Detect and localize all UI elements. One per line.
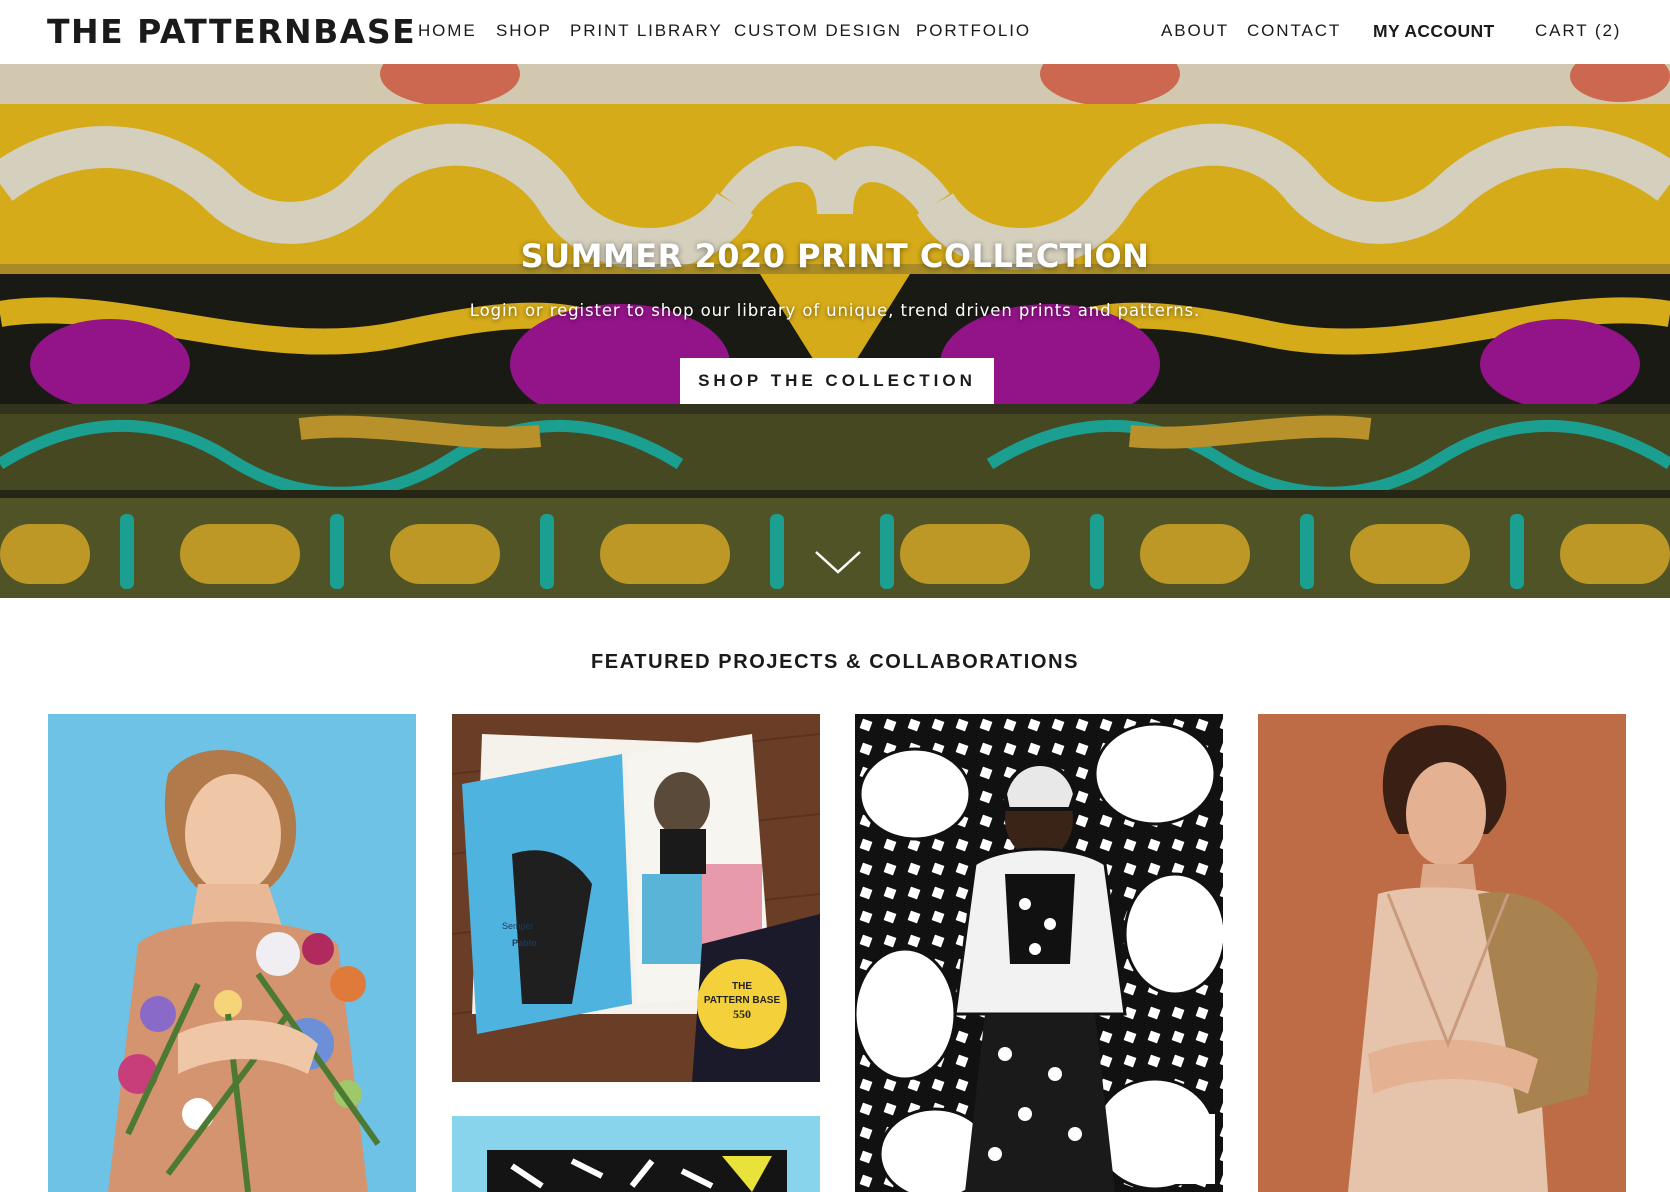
nav-shop[interactable]: SHOP (496, 20, 552, 42)
hero-subtitle: Login or register to shop our library of… (469, 301, 1201, 320)
book-caption-semper: Semper (502, 921, 534, 931)
nav-portfolio[interactable]: PORTFOLIO (916, 20, 1031, 42)
chevron-down-icon[interactable] (813, 548, 863, 576)
featured-tile-pattern-print[interactable] (452, 1116, 820, 1192)
nav-about[interactable]: ABOUT (1161, 20, 1229, 42)
nav-home[interactable]: HOME (418, 20, 477, 42)
featured-section-title: FEATURED PROJECTS & COLLABORATIONS (590, 651, 1080, 673)
hero-title: SUMMER 2020 PRINT COLLECTION (520, 237, 1150, 275)
book-badge-line1: THE (732, 981, 752, 992)
featured-tile-flowers[interactable] (48, 714, 416, 1192)
featured-tile-book[interactable]: THE PATTERN BASE 550 Semper Pablo (452, 714, 820, 1082)
book-spread-image: THE PATTERN BASE 550 Semper Pablo (452, 714, 820, 1082)
site-header: THE PATTERNBASE HOME SHOP PRINT LIBRARY … (0, 0, 1670, 64)
book-badge-line2: PATTERN BASE (704, 995, 781, 1006)
hero-banner: SUMMER 2020 PRINT COLLECTION Login or re… (0, 64, 1670, 598)
terracotta-portrait-image (1258, 714, 1626, 1192)
hero-fabric-image (0, 64, 1670, 598)
nav-contact[interactable]: CONTACT (1247, 20, 1341, 42)
nav-my-account[interactable]: MY ACCOUNT (1373, 20, 1495, 42)
floral-fashion-image (855, 714, 1223, 1192)
nav-print-library[interactable]: PRINT LIBRARY (570, 20, 723, 42)
featured-tile-terracotta[interactable] (1258, 714, 1626, 1192)
book-caption-pablo: Pablo (512, 938, 537, 948)
flowers-portrait-image (48, 714, 416, 1192)
shop-collection-button[interactable]: SHOP THE COLLECTION (680, 358, 994, 404)
book-badge-line3: 550 (733, 1007, 751, 1021)
nav-cart[interactable]: CART (2) (1535, 20, 1621, 42)
featured-tile-floral[interactable] (855, 714, 1223, 1192)
site-logo[interactable]: THE PATTERNBASE (47, 12, 416, 52)
pattern-print-image (452, 1116, 820, 1192)
nav-custom-design[interactable]: CUSTOM DESIGN (734, 20, 902, 42)
